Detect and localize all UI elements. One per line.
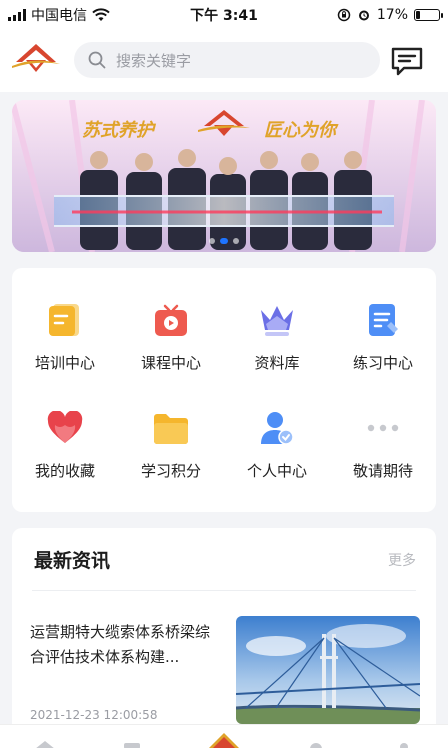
menu-label: 练习中心 xyxy=(352,353,413,372)
menu-item-practice-center[interactable]: 练习中心 xyxy=(330,282,436,390)
status-right: 17% xyxy=(337,7,443,23)
battery-icon xyxy=(414,9,443,21)
training-center-icon xyxy=(45,300,85,340)
banner-slogan: 苏式养护 匠心为你 xyxy=(12,110,436,148)
favorites-icon xyxy=(45,408,85,448)
divider xyxy=(32,590,416,591)
alarm-icon xyxy=(358,10,369,21)
carousel-dot[interactable] xyxy=(233,238,239,244)
news-thumbnail[interactable] xyxy=(236,616,420,724)
search-placeholder: 搜索关键字 xyxy=(116,51,192,70)
menu-item-library[interactable]: 资料库 xyxy=(224,282,330,390)
menu-label: 我的收藏 xyxy=(34,461,95,480)
menu-item-coming-soon[interactable]: 敬请期待 xyxy=(330,390,436,498)
menu-label: 课程中心 xyxy=(140,353,201,372)
more-icon xyxy=(363,408,403,448)
menu-item-course-center[interactable]: 课程中心 xyxy=(118,282,224,390)
menu-item-profile[interactable]: 个人中心 xyxy=(224,390,330,498)
orientation-lock-icon xyxy=(337,8,351,22)
news-headline[interactable]: 运营期特大缆索体系桥梁综合评估技术体系构建... xyxy=(30,620,222,670)
menu-label: 敬请期待 xyxy=(352,461,413,480)
menu-label: 培训中心 xyxy=(34,353,95,372)
carousel-dot[interactable] xyxy=(209,238,215,244)
news-section: 最新资讯 更多 运营期特大缆索体系桥梁综合评估技术体系构建... 2021-12… xyxy=(12,528,436,748)
banner-slogan-left: 苏式养护 xyxy=(82,120,154,141)
app-logo-icon[interactable] xyxy=(12,42,60,78)
banner-carousel[interactable]: 苏式养护 匠心为你 xyxy=(12,100,436,252)
menu-item-training-center[interactable]: 培训中心 xyxy=(12,282,118,390)
course-center-icon xyxy=(151,300,191,340)
function-menu: 培训中心 课程中心 资料库 练习中心 我的收藏 学习积分 个人中心 敬请期待 xyxy=(12,268,436,512)
battery-percent: 17% xyxy=(376,7,408,23)
practice-center-icon xyxy=(363,300,403,340)
news-section-title: 最新资讯 xyxy=(34,550,111,572)
menu-label: 个人中心 xyxy=(246,461,307,480)
profile-icon xyxy=(257,408,297,448)
menu-label: 资料库 xyxy=(254,353,300,372)
search-input[interactable]: 搜索关键字 xyxy=(74,42,380,78)
tab-bar-icons[interactable] xyxy=(0,725,448,748)
points-icon xyxy=(151,408,191,448)
message-icon[interactable] xyxy=(390,46,424,76)
news-more-link[interactable]: 更多 xyxy=(388,550,416,570)
news-date: 2021-12-23 12:00:58 xyxy=(30,708,158,722)
bottom-tab-bar xyxy=(0,724,448,748)
bridge-image xyxy=(236,616,420,724)
status-bar: 中国电信 下午 3:41 17% xyxy=(0,0,448,30)
search-icon xyxy=(88,51,106,69)
menu-label: 学习积分 xyxy=(140,461,201,480)
menu-item-favorites[interactable]: 我的收藏 xyxy=(12,390,118,498)
banner-slogan-right: 匠心为你 xyxy=(264,120,336,141)
carousel-dot-active[interactable] xyxy=(220,238,228,244)
carousel-pagination[interactable] xyxy=(12,238,436,244)
menu-item-points[interactable]: 学习积分 xyxy=(118,390,224,498)
library-icon xyxy=(257,300,297,340)
header: 搜索关键字 xyxy=(0,30,448,92)
